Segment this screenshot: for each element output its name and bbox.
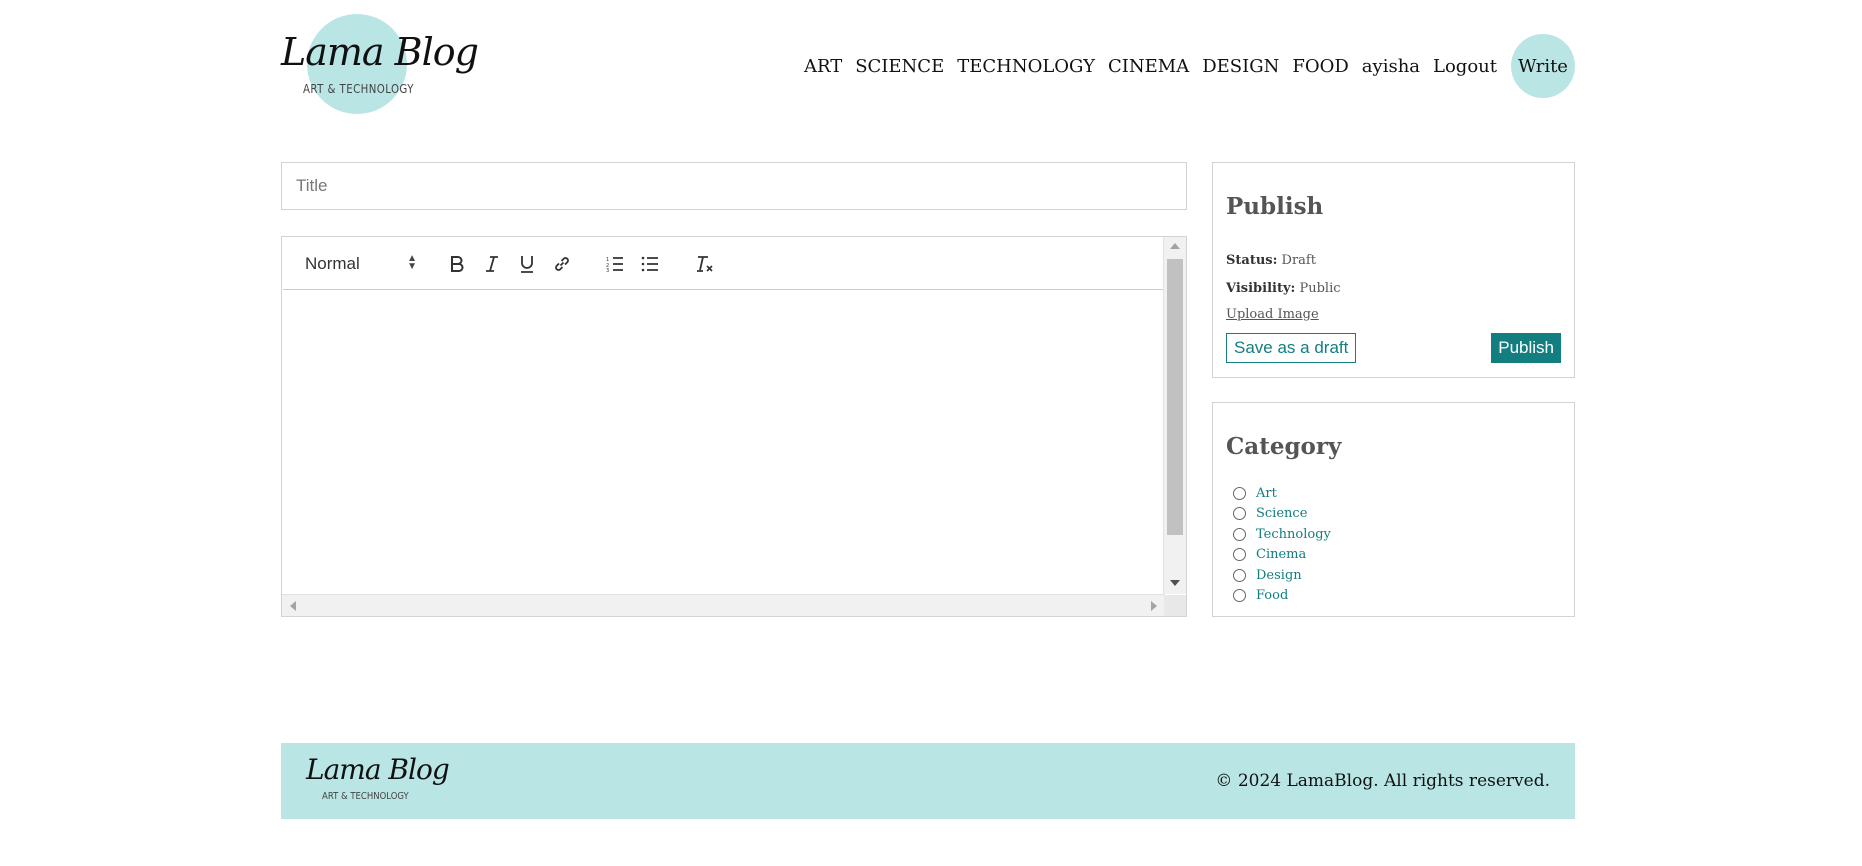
select-arrows-icon: ▲ ▼ [407,253,417,272]
status-value: Draft [1281,253,1316,268]
title-input[interactable] [281,162,1187,210]
nav-link-design[interactable]: DESIGN [1202,56,1279,77]
radio-cinema[interactable] [1233,548,1246,562]
category-label[interactable]: Technology [1256,527,1331,542]
upload-image-link[interactable]: Upload Image [1226,307,1319,322]
editor-content-area[interactable] [283,290,1165,590]
write-button[interactable]: Write [1511,34,1575,98]
site-logo[interactable]: Lama Blog ART & TECHNOLOGY [281,14,479,118]
svg-text:3: 3 [606,268,609,272]
bold-icon[interactable] [444,251,470,277]
category-label[interactable]: Art [1256,486,1277,501]
category-option-science[interactable]: Science [1233,504,1331,525]
format-select[interactable]: Normal ▲ ▼ [305,252,417,276]
publish-heading: Publish [1226,193,1324,220]
radio-art[interactable] [1233,486,1246,500]
footer-logo-tagline: ART & TECHNOLOGY [322,791,409,802]
copyright-text: © 2024 LamaBlog. All rights reserved. [1215,771,1550,791]
category-option-art[interactable]: Art [1233,483,1331,504]
nav-link-art[interactable]: ART [804,56,842,77]
save-draft-button[interactable]: Save as a draft [1226,333,1357,363]
clear-format-icon[interactable] [692,251,718,277]
scroll-up-icon[interactable] [1170,243,1180,249]
scroll-down-icon[interactable] [1170,580,1180,586]
nav-link-food[interactable]: FOOD [1292,56,1348,77]
publish-button[interactable]: Publish [1491,333,1561,363]
bullet-list-icon[interactable] [637,251,663,277]
scroll-right-icon[interactable] [1151,601,1157,611]
footer-logo[interactable]: Lama Blog ART & TECHNOLOGY [306,753,450,802]
ordered-list-icon[interactable]: 123 [602,251,628,277]
scroll-thumb[interactable] [1167,259,1183,535]
vertical-scrollbar[interactable] [1163,237,1186,594]
logout-link[interactable]: Logout [1433,56,1497,77]
format-select-value: Normal [305,254,360,273]
category-label[interactable]: Science [1256,506,1307,521]
category-panel: Category Art Science Technology Cinema D… [1212,402,1575,617]
nav-link-technology[interactable]: TECHNOLOGY [957,56,1095,77]
site-footer: Lama Blog ART & TECHNOLOGY © 2024 LamaBl… [281,743,1575,819]
category-label[interactable]: Cinema [1256,547,1306,562]
status-label: Status: [1226,253,1278,268]
radio-food[interactable] [1233,589,1246,603]
scrollbar-corner [1164,595,1186,616]
main-nav: ART SCIENCE TECHNOLOGY CINEMA DESIGN FOO… [791,34,1575,98]
italic-icon[interactable] [479,251,505,277]
category-list: Art Science Technology Cinema Design Foo… [1233,483,1331,606]
visibility-value: Public [1299,281,1341,296]
logo-name: Lama Blog [281,30,479,74]
radio-technology[interactable] [1233,527,1246,541]
radio-science[interactable] [1233,507,1246,521]
editor-toolbar: Normal ▲ ▼ 123 [283,238,1165,290]
logo-tagline: ART & TECHNOLOGY [303,82,414,96]
link-icon[interactable] [549,251,575,277]
category-option-cinema[interactable]: Cinema [1233,545,1331,566]
site-header: Lama Blog ART & TECHNOLOGY ART SCIENCE T… [281,0,1575,130]
footer-logo-name: Lama Blog [306,753,450,786]
category-option-design[interactable]: Design [1233,565,1331,586]
category-option-food[interactable]: Food [1233,586,1331,607]
nav-link-cinema[interactable]: CINEMA [1108,56,1189,77]
scroll-left-icon[interactable] [290,601,296,611]
rich-text-editor: Normal ▲ ▼ 123 [281,236,1187,617]
category-heading: Category [1226,433,1342,460]
horizontal-scrollbar[interactable] [282,594,1165,616]
category-option-technology[interactable]: Technology [1233,524,1331,545]
underline-icon[interactable] [514,251,540,277]
visibility-row: Visibility: Public [1226,281,1341,296]
publish-panel: Publish Status: Draft Visibility: Public… [1212,162,1575,378]
category-label[interactable]: Food [1256,588,1288,603]
username-link[interactable]: ayisha [1362,56,1420,77]
radio-design[interactable] [1233,568,1246,582]
nav-link-science[interactable]: SCIENCE [855,56,944,77]
visibility-label: Visibility: [1226,281,1296,296]
category-label[interactable]: Design [1256,568,1302,583]
status-row: Status: Draft [1226,253,1316,268]
